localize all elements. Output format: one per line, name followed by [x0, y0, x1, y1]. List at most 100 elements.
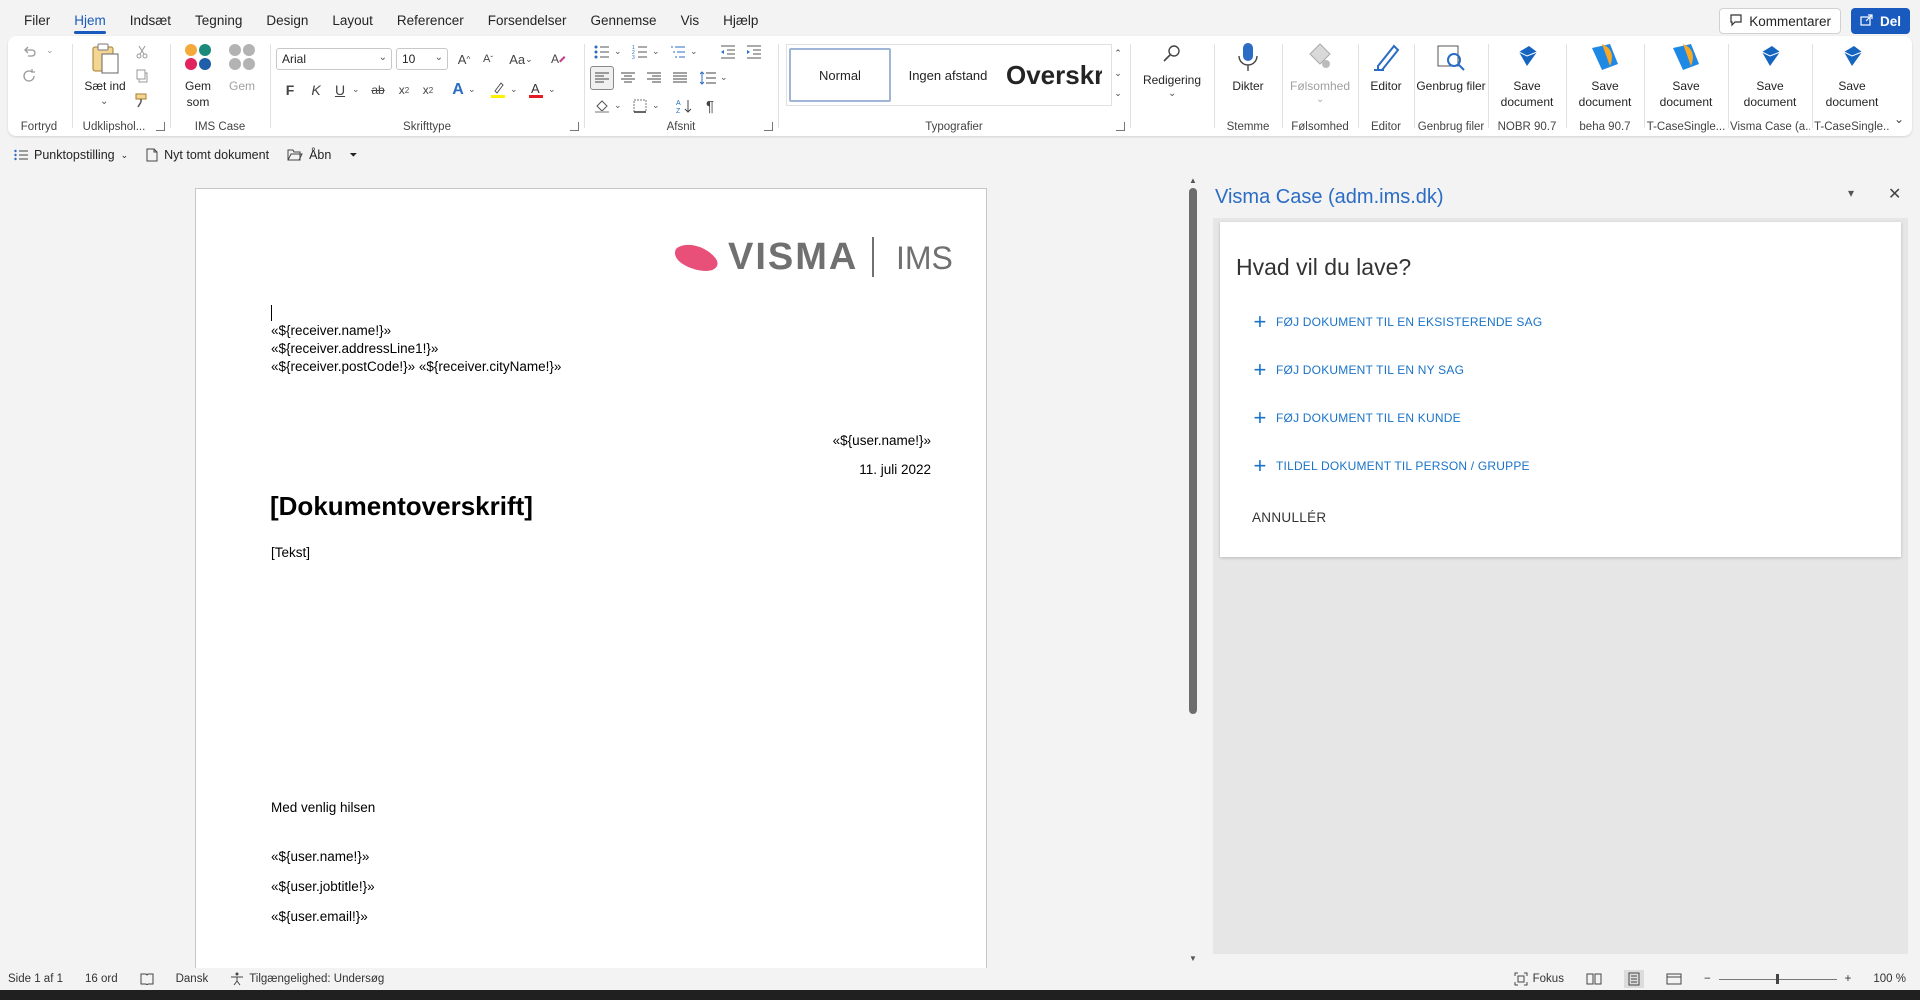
- assign-to-person-button[interactable]: + TILDEL DOKUMENT TIL PERSON / GRUPPE: [1252, 458, 1530, 474]
- save-tcase-button[interactable]: Save document: [1646, 42, 1726, 112]
- text-effects-dropdown-icon[interactable]: ⌄: [468, 84, 476, 95]
- tab-forsendelser[interactable]: Forsendelser: [476, 0, 579, 36]
- save-tcase2-button[interactable]: Save document: [1814, 42, 1890, 112]
- qat-open-button[interactable]: Åbn: [287, 148, 331, 162]
- dictate-button[interactable]: Dikter: [1216, 42, 1280, 112]
- align-right-icon[interactable]: [642, 66, 666, 90]
- copy-icon[interactable]: [130, 64, 154, 88]
- scroll-down-icon[interactable]: ▼: [1189, 954, 1197, 963]
- qat-customize-icon[interactable]: ⏷: [349, 150, 357, 161]
- text-effects-icon[interactable]: A: [446, 78, 470, 102]
- style-ingen-afstand[interactable]: Ingen afstand: [897, 48, 999, 102]
- tab-gennemse[interactable]: Gennemse: [579, 0, 669, 36]
- clipboard-launcher-icon[interactable]: [156, 122, 165, 131]
- justify-icon[interactable]: [668, 66, 692, 90]
- qat-new-document-button[interactable]: Nyt tomt dokument: [146, 148, 269, 162]
- styles-scroll-up-icon[interactable]: ⌃: [1110, 44, 1126, 62]
- subscript-icon[interactable]: x2: [392, 78, 416, 102]
- save-nobr-button[interactable]: Save document: [1490, 42, 1564, 112]
- gem-button[interactable]: Gem: [222, 42, 262, 112]
- font-size-select[interactable]: 10⌄: [396, 48, 448, 70]
- editor-button[interactable]: Editor: [1360, 42, 1412, 112]
- shading-icon[interactable]: [590, 94, 614, 118]
- scroll-up-icon[interactable]: ▲: [1189, 176, 1197, 185]
- save-visma-case-button[interactable]: Save document: [1730, 42, 1810, 112]
- tab-layout[interactable]: Layout: [320, 0, 385, 36]
- tab-filer[interactable]: Filer: [12, 0, 62, 36]
- shrink-font-icon[interactable]: Aˇ: [476, 47, 500, 71]
- styles-launcher-icon[interactable]: [1116, 122, 1125, 131]
- tab-hjaelp[interactable]: Hjælp: [711, 0, 770, 36]
- style-normal[interactable]: Normal: [789, 48, 891, 102]
- cut-icon[interactable]: [130, 40, 154, 64]
- zoom-out-icon[interactable]: −: [1704, 973, 1711, 985]
- change-case-icon[interactable]: Aa⌄: [506, 47, 536, 71]
- qat-bullets-dropdown-icon[interactable]: ⌄: [121, 150, 129, 161]
- focus-mode-button[interactable]: Fokus: [1514, 972, 1564, 986]
- bold-button[interactable]: F: [278, 78, 302, 102]
- tab-referencer[interactable]: Referencer: [385, 0, 476, 36]
- underline-dropdown-icon[interactable]: ⌄: [352, 84, 360, 95]
- pane-options-icon[interactable]: ▾: [1848, 186, 1854, 200]
- document-page[interactable]: VISMA IMS «${receiver.name!}» «${receive…: [195, 188, 987, 974]
- add-to-customer-button[interactable]: + FØJ DOKUMENT TIL EN KUNDE: [1252, 410, 1461, 426]
- font-name-select[interactable]: Arial⌄: [276, 48, 392, 70]
- pane-close-icon[interactable]: ✕: [1888, 184, 1901, 204]
- zoom-level[interactable]: 100 %: [1873, 973, 1906, 985]
- cancel-button[interactable]: ANNULLÉR: [1252, 510, 1326, 525]
- read-mode-icon[interactable]: [1586, 973, 1602, 985]
- style-overskrift[interactable]: Overskr: [1002, 48, 1102, 102]
- sensitivity-button[interactable]: Følsomhed ⌄: [1284, 42, 1356, 122]
- tab-vis[interactable]: Vis: [669, 0, 712, 36]
- zoom-slider[interactable]: − +: [1704, 973, 1851, 985]
- font-color-dropdown-icon[interactable]: ⌄: [548, 84, 556, 95]
- numbering-icon[interactable]: 123: [628, 40, 652, 64]
- grow-font-icon[interactable]: A^: [452, 47, 476, 71]
- qat-bullets-button[interactable]: Punktopstilling ⌄: [14, 148, 128, 162]
- strikethrough-icon[interactable]: ab: [366, 78, 390, 102]
- page-count[interactable]: Side 1 af 1: [8, 973, 63, 985]
- superscript-icon[interactable]: x2: [416, 78, 440, 102]
- highlight-icon[interactable]: [486, 78, 510, 102]
- paste-button[interactable]: Sæt ind ⌄: [84, 42, 126, 112]
- add-to-new-case-button[interactable]: + FØJ DOKUMENT TIL EN NY SAG: [1252, 362, 1464, 378]
- reuse-files-button[interactable]: Genbrug filer: [1416, 42, 1486, 112]
- show-formatting-icon[interactable]: ¶: [698, 94, 722, 118]
- scrollbar-thumb[interactable]: [1189, 188, 1197, 714]
- styles-scroll-down-icon[interactable]: ⌄: [1110, 64, 1126, 82]
- zoom-track[interactable]: [1719, 974, 1837, 984]
- ribbon-collapse-icon[interactable]: ⌄: [1894, 112, 1904, 126]
- gem-som-button[interactable]: Gem som: [178, 42, 218, 112]
- redo-icon[interactable]: [18, 64, 42, 88]
- underline-button[interactable]: U: [328, 78, 352, 102]
- web-layout-icon[interactable]: [1666, 973, 1682, 985]
- format-painter-icon[interactable]: [130, 88, 154, 112]
- line-spacing-icon[interactable]: [696, 66, 720, 90]
- italic-button[interactable]: K: [304, 78, 328, 102]
- accessibility-status[interactable]: Tilgængelighed: Undersøg: [230, 972, 384, 986]
- increase-indent-icon[interactable]: [742, 40, 766, 64]
- font-color-icon[interactable]: A: [524, 78, 548, 102]
- zoom-in-icon[interactable]: +: [1845, 973, 1852, 985]
- tab-hjem[interactable]: Hjem: [62, 0, 118, 36]
- word-count[interactable]: 16 ord: [85, 973, 118, 985]
- zoom-thumb[interactable]: [1776, 974, 1779, 984]
- decrease-indent-icon[interactable]: [716, 40, 740, 64]
- paragraph-launcher-icon[interactable]: [764, 122, 773, 131]
- styles-more-icon[interactable]: ⌄: [1110, 84, 1126, 102]
- editing-button[interactable]: Redigering ⌄: [1132, 42, 1212, 122]
- undo-icon[interactable]: [18, 40, 42, 64]
- language[interactable]: Dansk: [176, 973, 209, 985]
- highlight-dropdown-icon[interactable]: ⌄: [510, 84, 518, 95]
- proofing-icon[interactable]: [140, 973, 154, 985]
- document-scrollbar[interactable]: ▲ ▼: [1186, 176, 1200, 968]
- sort-icon[interactable]: AZ: [672, 94, 696, 118]
- align-center-icon[interactable]: [616, 66, 640, 90]
- undo-dropdown-icon[interactable]: ⌄: [46, 45, 54, 56]
- share-button[interactable]: Del: [1851, 8, 1910, 34]
- save-beha-button[interactable]: Save document: [1568, 42, 1642, 112]
- tab-indsaet[interactable]: Indsæt: [118, 0, 183, 36]
- add-to-existing-case-button[interactable]: + FØJ DOKUMENT TIL EN EKSISTERENDE SAG: [1252, 314, 1542, 330]
- print-layout-icon[interactable]: [1624, 970, 1644, 988]
- tab-tegning[interactable]: Tegning: [183, 0, 254, 36]
